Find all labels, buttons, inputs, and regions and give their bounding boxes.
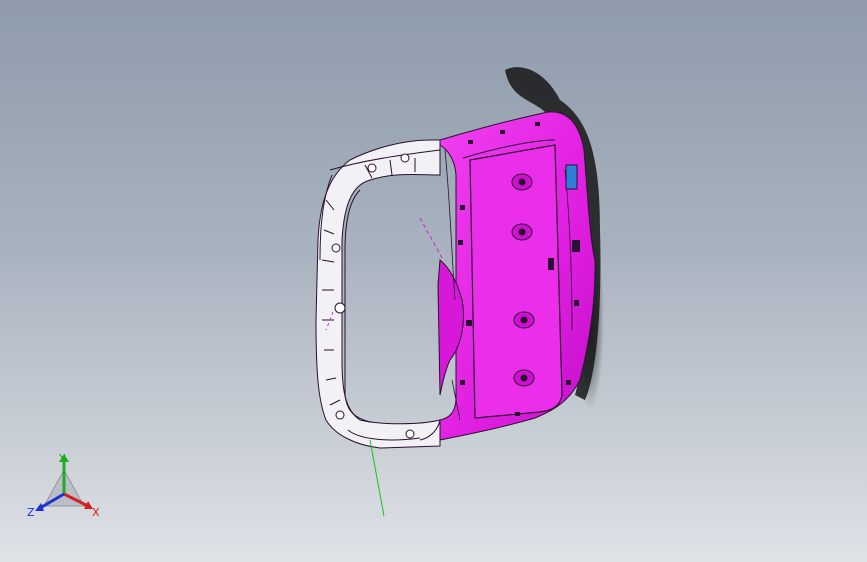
reference-axis-line xyxy=(369,439,385,517)
z-axis-label: Z xyxy=(27,506,35,519)
coordinate-triad-icon[interactable]: Y X Z xyxy=(26,448,106,528)
bezel-solid-body xyxy=(437,111,596,441)
construction-line xyxy=(419,217,443,259)
x-axis-label: X xyxy=(92,506,100,519)
bezel-wireframe xyxy=(315,139,441,449)
y-axis-label: Y xyxy=(58,452,66,465)
graphics-viewport[interactable]: Y X Z xyxy=(0,0,867,562)
cad-model-view[interactable] xyxy=(0,0,867,562)
connector-highlight xyxy=(565,164,578,190)
